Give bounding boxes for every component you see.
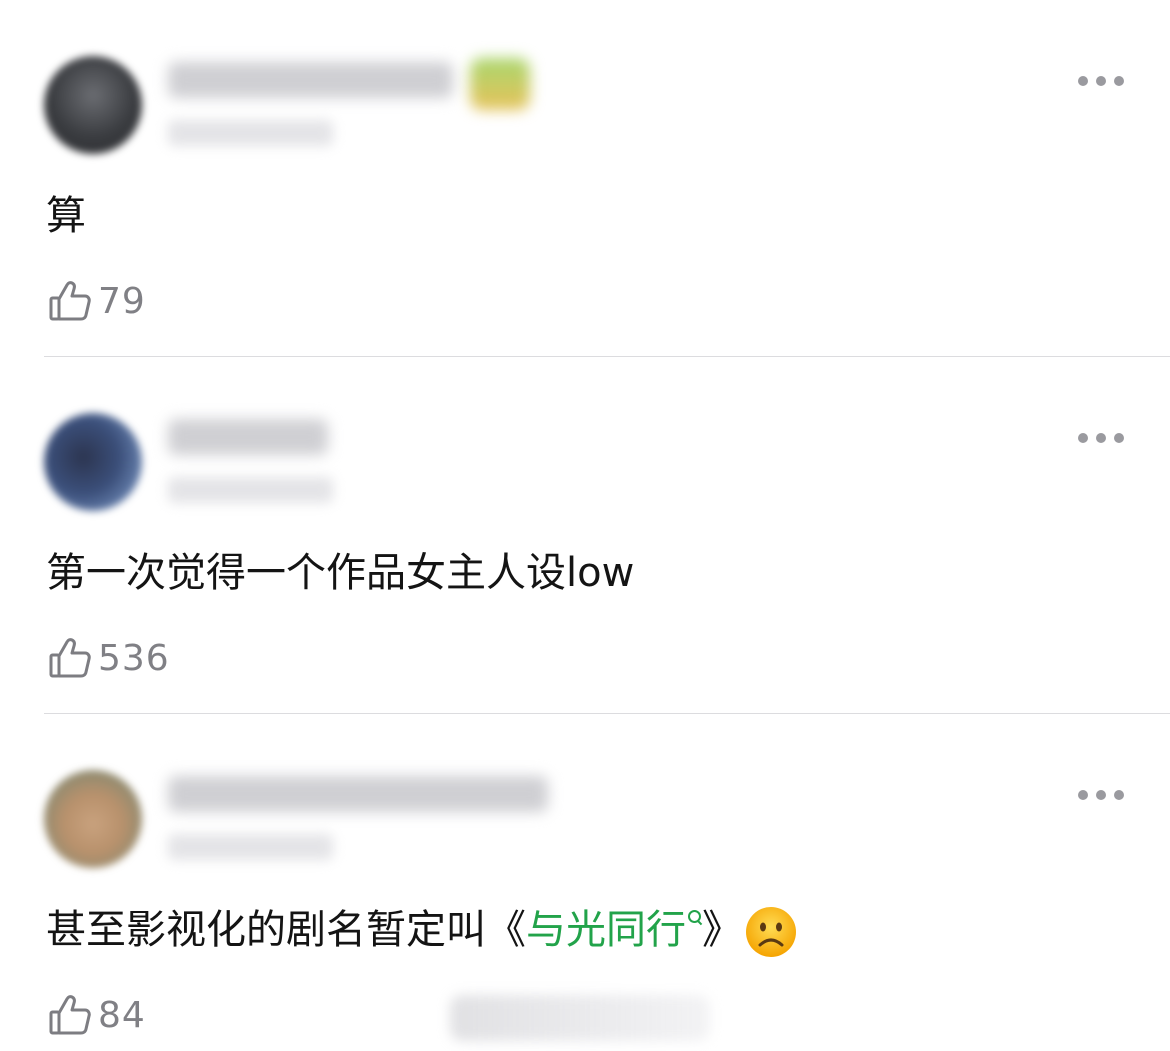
topic-link[interactable]: 与光同行: [526, 907, 702, 953]
more-dots-icon[interactable]: [1078, 431, 1124, 445]
avatar[interactable]: [44, 770, 142, 868]
comment-text: 算: [46, 193, 86, 239]
comment-text: 甚至影视化的剧名暂定叫《与光同行》: [46, 902, 798, 959]
comment-text-end: 》: [702, 907, 742, 953]
comment-meta-blurred: [168, 834, 333, 860]
like-button[interactable]: 79: [46, 276, 146, 326]
comment-meta-blurred: [168, 477, 333, 503]
comment-item: 算 79: [0, 0, 1170, 357]
thumbs-up-icon: [49, 995, 91, 1035]
more-dots-icon[interactable]: [1078, 74, 1124, 88]
username-blurred[interactable]: [168, 62, 453, 98]
username-blurred[interactable]: [168, 776, 548, 812]
comment-item: 第一次觉得一个作品女主人设low 536: [0, 357, 1170, 714]
user-badge-blurred: [470, 58, 530, 110]
topic-link-label: 与光同行: [526, 907, 686, 953]
username-blurred[interactable]: [168, 419, 328, 455]
more-dots-icon[interactable]: [1078, 788, 1124, 802]
thumbs-up-icon: [49, 638, 91, 678]
comment-text: 第一次觉得一个作品女主人设low: [46, 550, 635, 596]
watermark-blurred: [450, 995, 710, 1041]
frowning-face-icon: [746, 907, 796, 957]
thumbs-up-icon: [49, 281, 91, 321]
comment-text-start: 甚至影视化的剧名暂定叫《: [46, 907, 526, 953]
like-button[interactable]: 84: [46, 990, 146, 1040]
like-count: 536: [98, 637, 170, 679]
like-count: 84: [98, 994, 146, 1036]
like-button[interactable]: 536: [46, 633, 170, 683]
search-icon: [688, 910, 702, 924]
comment-meta-blurred: [168, 120, 333, 146]
avatar[interactable]: [44, 413, 142, 511]
avatar[interactable]: [44, 56, 142, 154]
like-count: 79: [98, 280, 146, 322]
